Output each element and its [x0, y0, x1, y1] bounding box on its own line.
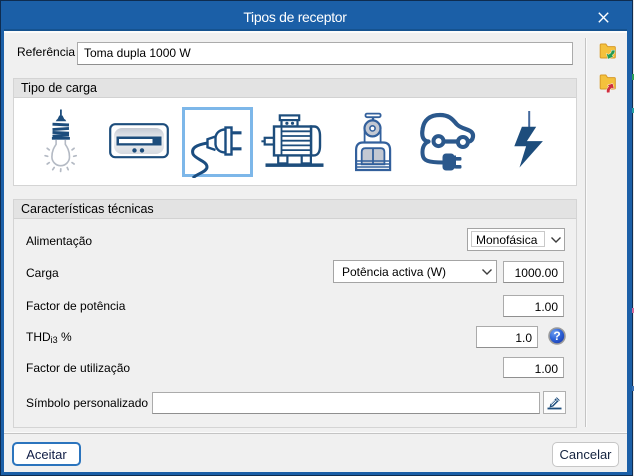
svg-text:?: ? [553, 329, 560, 343]
